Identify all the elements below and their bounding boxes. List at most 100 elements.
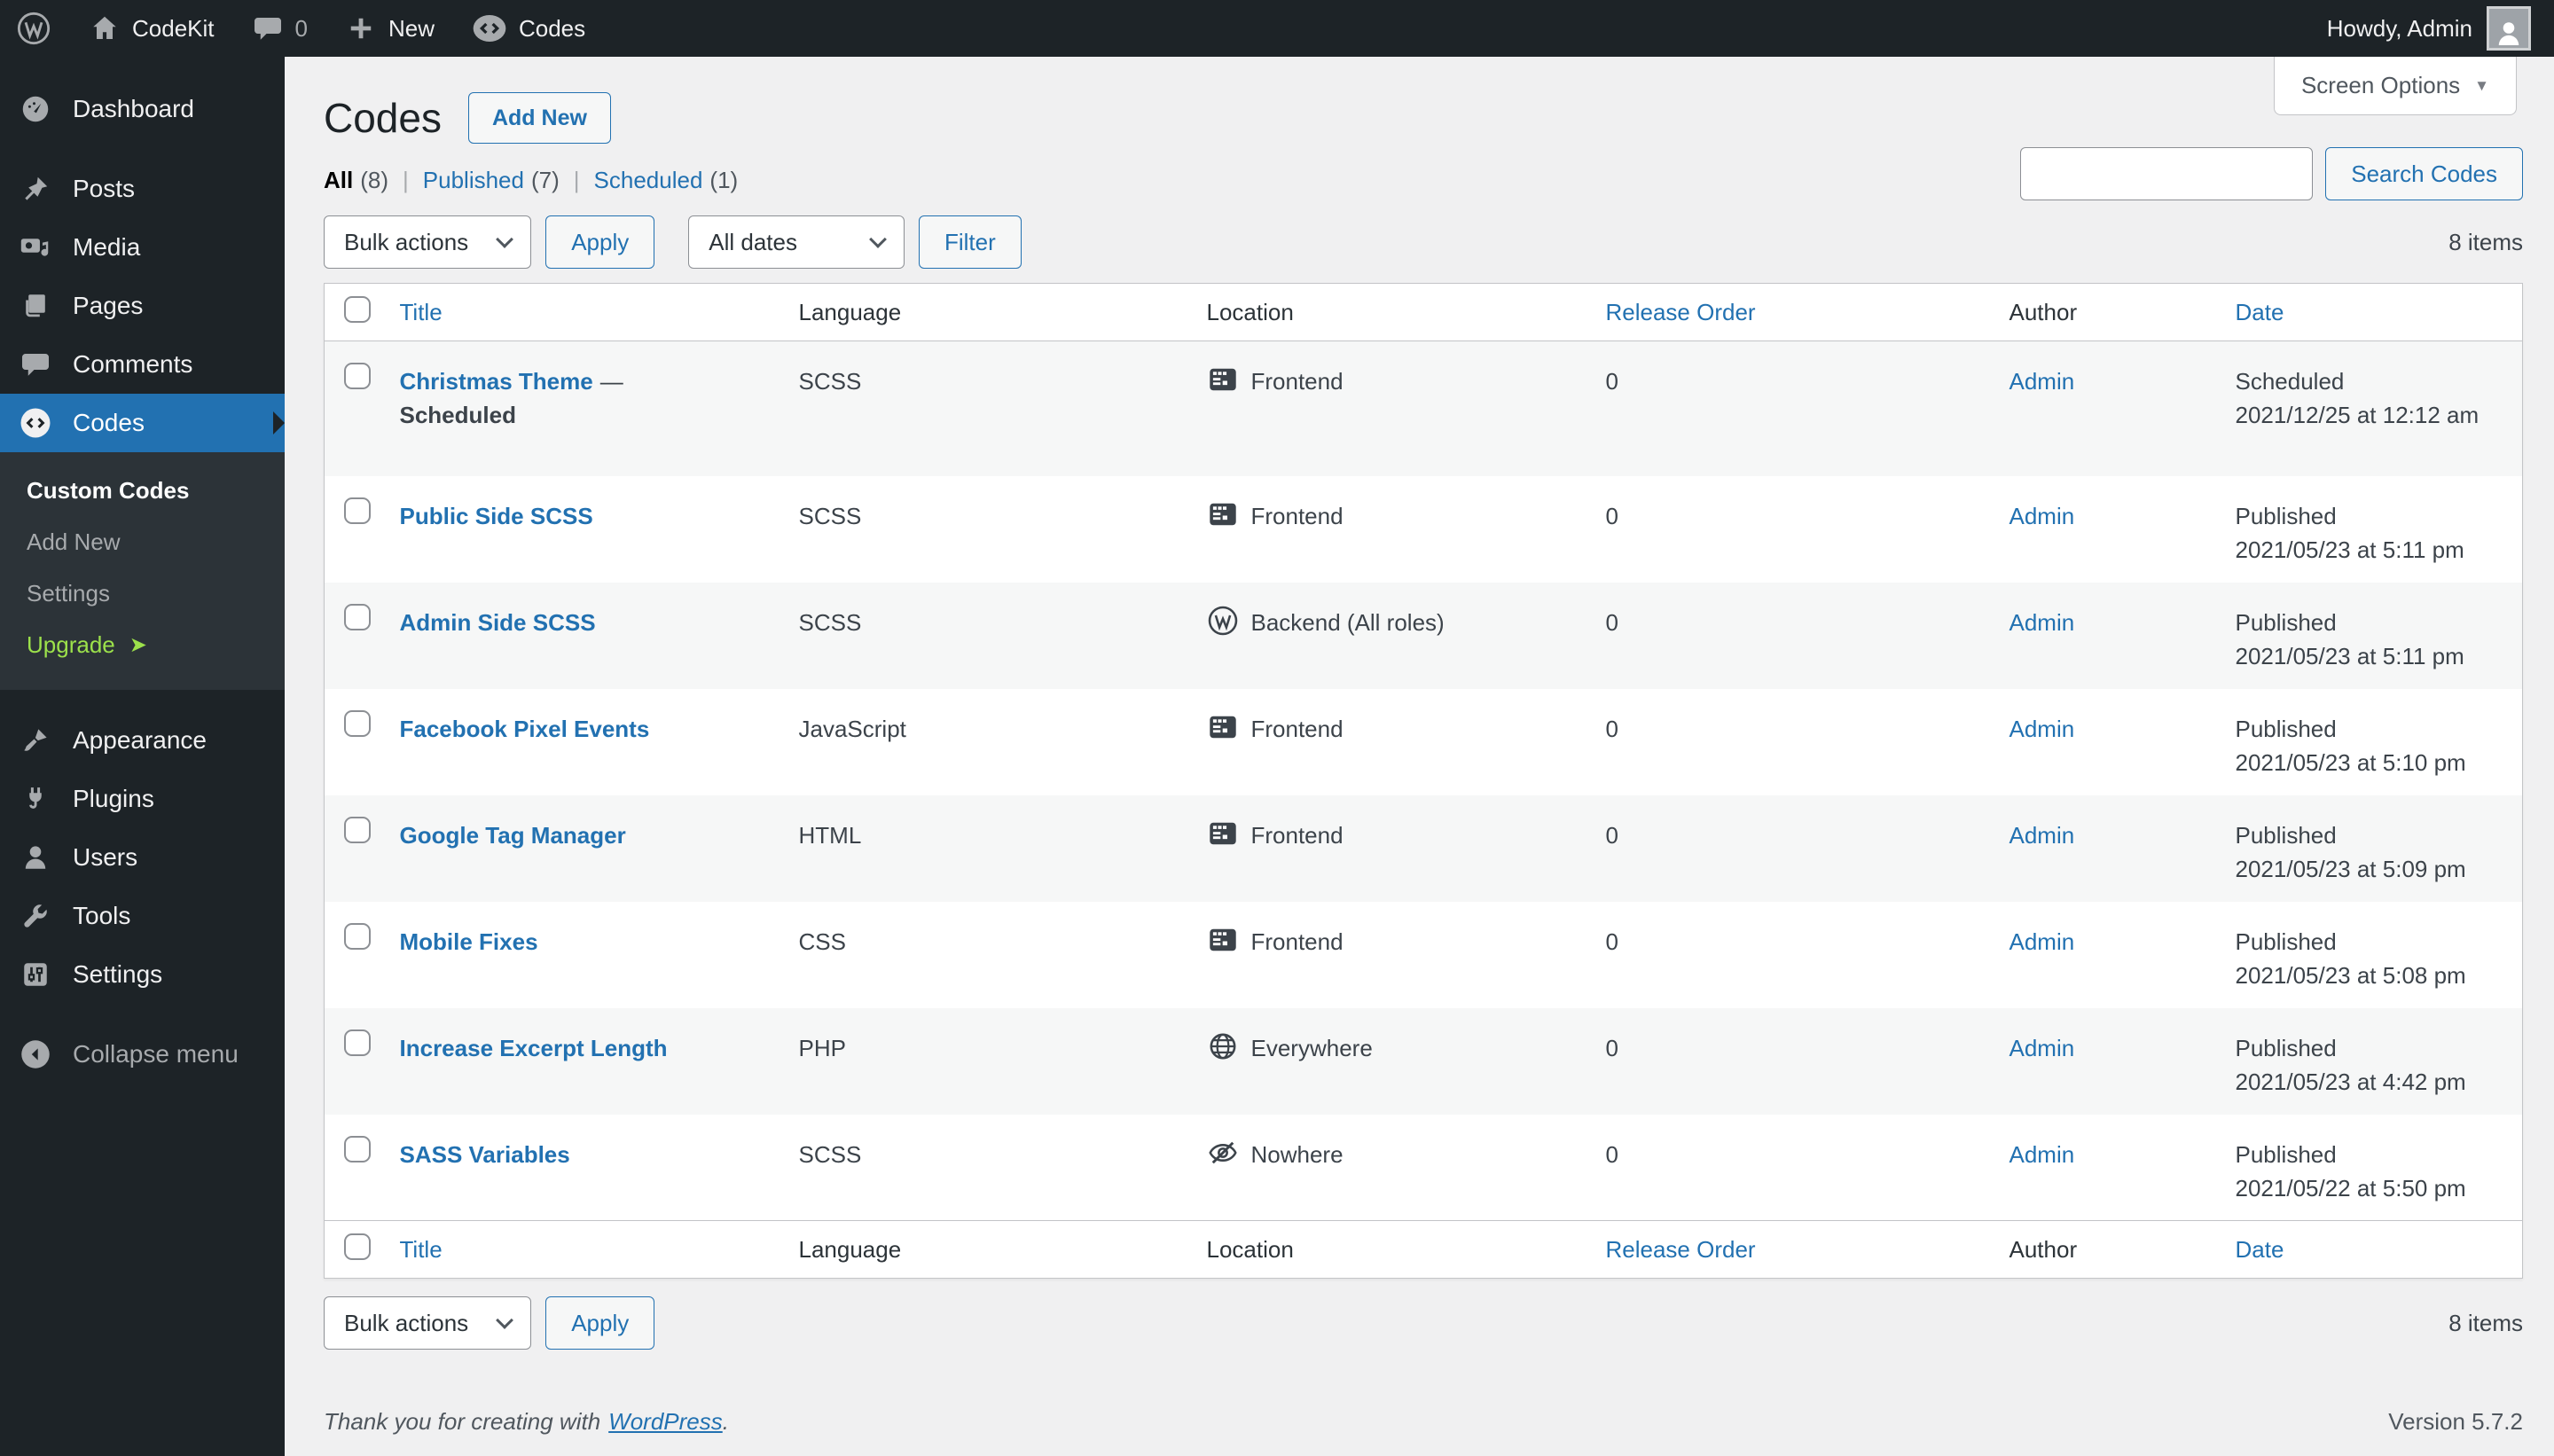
filter-scheduled-link[interactable]: Scheduled — [594, 167, 703, 194]
sidebar-item-dashboard[interactable]: Dashboard — [0, 80, 285, 138]
location-label: Frontend — [1250, 821, 1344, 849]
code-title-link[interactable]: Christmas Theme — [400, 368, 593, 395]
column-footer-release-order[interactable]: Release Order — [1606, 1236, 1756, 1263]
date-cell: Scheduled 2021/12/25 at 12:12 am — [2236, 341, 2523, 476]
column-footer-date[interactable]: Date — [2236, 1236, 2284, 1263]
sidebar-item-tools[interactable]: Tools — [0, 887, 285, 945]
add-new-button[interactable]: Add New — [467, 92, 611, 144]
release-order-cell: 0 — [1605, 608, 1618, 636]
wordpress-icon — [1207, 605, 1239, 637]
screen-options-tab[interactable]: Screen Options ▼ — [2273, 57, 2517, 115]
sidebar-item-media[interactable]: Media — [0, 218, 285, 277]
bulk-actions-select[interactable]: Bulk actions — [324, 1296, 532, 1350]
my-account-menu[interactable]: Howdy, Admin — [2327, 6, 2531, 51]
submenu-item-upgrade[interactable]: Upgrade ➤ — [0, 619, 285, 670]
row-checkbox[interactable] — [344, 497, 371, 524]
submenu-item-settings[interactable]: Settings — [0, 568, 285, 619]
table-row: Facebook Pixel Events JavaScript Fronten… — [325, 689, 2523, 795]
site-name-link[interactable]: CodeKit — [89, 12, 215, 44]
wordpress-admin-screen: CodeKit 0 New Codes Howdy, Admin Dashboa… — [0, 0, 2554, 1456]
sidebar-item-settings[interactable]: Settings — [0, 945, 285, 1004]
menu-separator — [0, 138, 285, 160]
release-order-cell: 0 — [1605, 1140, 1618, 1168]
select-all-checkbox[interactable] — [344, 1233, 371, 1260]
apply-button[interactable]: Apply — [545, 215, 655, 269]
row-checkbox[interactable] — [344, 922, 371, 950]
sidebar-item-appearance[interactable]: Appearance — [0, 711, 285, 770]
sidebar-item-label: Posts — [73, 175, 136, 202]
column-header-title[interactable]: Title — [400, 299, 443, 325]
filter-published-link[interactable]: Published — [423, 167, 524, 194]
search-codes-button[interactable]: Search Codes — [2325, 147, 2523, 200]
code-title-link[interactable]: SASS Variables — [400, 1141, 570, 1168]
footer-thanks: Thank you for creating with WordPress. — [324, 1408, 729, 1436]
collapse-menu-button[interactable]: Collapse menu — [0, 1025, 285, 1084]
author-link[interactable]: Admin — [2010, 1035, 2075, 1061]
camera-icon — [20, 231, 51, 263]
location-cell: Frontend — [1207, 364, 1344, 398]
sidebar-item-comments[interactable]: Comments — [0, 335, 285, 394]
wp-logo-menu[interactable] — [16, 11, 51, 46]
comments-shortcut[interactable]: 0 — [252, 12, 308, 44]
code-title-link[interactable]: Increase Excerpt Length — [400, 1035, 668, 1061]
sidebar-item-users[interactable]: Users — [0, 828, 285, 887]
collapse-arrow-icon — [20, 1038, 51, 1070]
filter-scheduled-count: (1) — [709, 167, 739, 193]
search-input[interactable] — [2020, 147, 2314, 200]
author-link[interactable]: Admin — [2010, 822, 2075, 849]
codes-shortcut[interactable]: Codes — [472, 11, 585, 46]
column-footer-location: Location — [1206, 1220, 1606, 1279]
sidebar-item-codes[interactable]: Codes — [0, 394, 285, 452]
date-text: 2021/05/22 at 5:50 pm — [2235, 1174, 2466, 1202]
row-checkbox[interactable] — [344, 816, 371, 843]
new-content-menu[interactable]: New — [345, 12, 435, 44]
language-cell: SCSS — [798, 502, 862, 529]
author-link[interactable]: Admin — [2010, 928, 2075, 955]
row-checkbox[interactable] — [344, 709, 371, 737]
location-label: Frontend — [1250, 928, 1344, 955]
filter-button[interactable]: Filter — [918, 215, 1022, 269]
sliders-icon — [20, 959, 51, 990]
filter-all-link[interactable]: All — [324, 167, 353, 194]
select-all-checkbox[interactable] — [344, 295, 371, 323]
sidebar-item-plugins[interactable]: Plugins — [0, 770, 285, 828]
date-text: 2021/12/25 at 12:12 am — [2235, 402, 2480, 428]
sidebar-item-label: Plugins — [73, 785, 154, 812]
comments-count: 0 — [294, 14, 308, 42]
code-title-link[interactable]: Facebook Pixel Events — [400, 716, 650, 742]
release-order-cell: 0 — [1605, 928, 1618, 955]
column-header-date[interactable]: Date — [2236, 299, 2284, 325]
sidebar-item-label: Collapse menu — [73, 1040, 239, 1068]
wrench-icon — [20, 900, 51, 932]
row-checkbox[interactable] — [344, 1029, 371, 1056]
code-title-link[interactable]: Public Side SCSS — [400, 503, 593, 529]
code-title-link[interactable]: Mobile Fixes — [400, 928, 538, 955]
author-link[interactable]: Admin — [2010, 503, 2075, 529]
code-title-link[interactable]: Google Tag Manager — [400, 822, 626, 849]
thanks-text: Thank you for creating with — [324, 1408, 601, 1435]
apply-button[interactable]: Apply — [545, 1296, 655, 1350]
howdy-text: Howdy, Admin — [2326, 14, 2472, 42]
wordpress-link[interactable]: WordPress — [608, 1408, 723, 1435]
row-checkbox[interactable] — [344, 1135, 371, 1162]
row-checkbox[interactable] — [344, 363, 371, 389]
version-text: Version 5.7.2 — [2388, 1408, 2523, 1435]
code-title-link[interactable]: Admin Side SCSS — [400, 609, 596, 636]
row-checkbox[interactable] — [344, 603, 371, 630]
bulk-actions-select[interactable]: Bulk actions — [324, 215, 532, 269]
date-filter-select[interactable]: All dates — [688, 215, 905, 269]
location-cell: Frontend — [1207, 712, 1344, 746]
sidebar-item-posts[interactable]: Posts — [0, 160, 285, 218]
author-link[interactable]: Admin — [2010, 368, 2075, 395]
submenu-item-custom-codes[interactable]: Custom Codes — [0, 465, 285, 516]
column-header-release-order[interactable]: Release Order — [1606, 299, 1756, 325]
sidebar-item-pages[interactable]: Pages — [0, 277, 285, 335]
sidebar-item-label: Comments — [73, 350, 193, 378]
author-link[interactable]: Admin — [2010, 609, 2075, 636]
submenu-item-add-new[interactable]: Add New — [0, 516, 285, 568]
author-link[interactable]: Admin — [2010, 716, 2075, 742]
author-link[interactable]: Admin — [2010, 1141, 2075, 1168]
column-footer-title[interactable]: Title — [400, 1236, 443, 1263]
date-text: 2021/05/23 at 5:08 pm — [2235, 961, 2466, 989]
location-cell: Backend (All roles) — [1207, 606, 1445, 639]
